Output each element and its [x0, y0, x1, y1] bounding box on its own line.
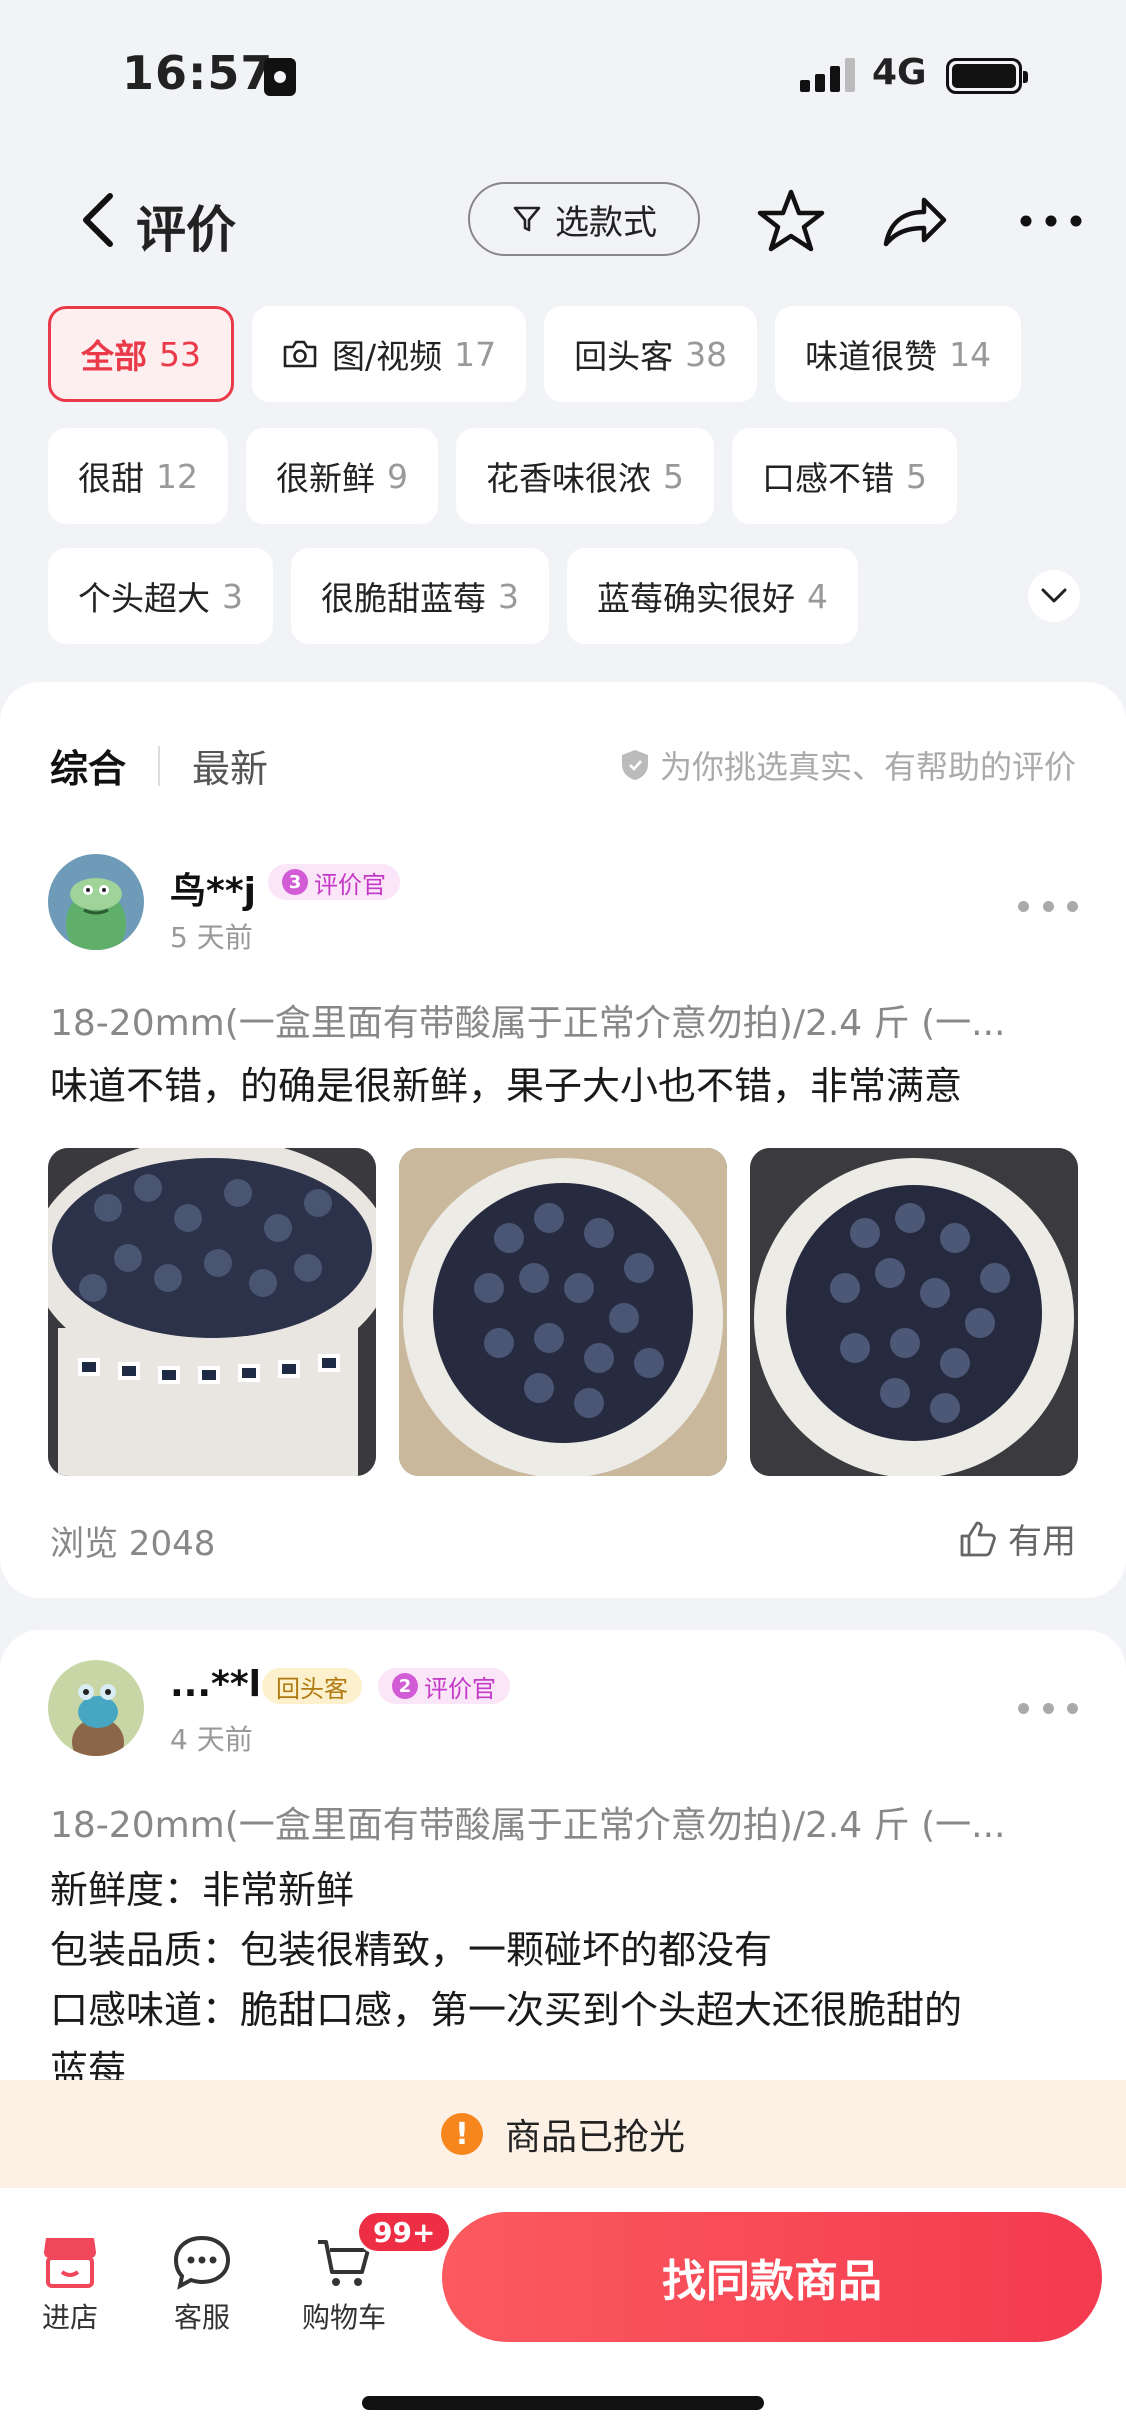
reviewer-name: 鸟**j: [170, 871, 256, 912]
sold-out-banner: ! 商品已抢光: [0, 2080, 1126, 2188]
view-count: 浏览 2048: [50, 1524, 216, 1564]
tag-really-good[interactable]: 蓝莓确实很好 4: [567, 548, 858, 644]
sold-out-text: 商品已抢光: [504, 2117, 685, 2158]
review-photo[interactable]: [750, 1148, 1078, 1476]
review-line: 包装品质：包装很精致，一颗碰坏的都没有: [50, 1928, 773, 1972]
tag-photo-video[interactable]: 图/视频 17: [252, 306, 527, 402]
status-bar: 16:57 4G: [0, 0, 1126, 150]
nav-header: 评价 选款式: [0, 160, 1126, 280]
tag-repeat-customer[interactable]: 回头客 38: [544, 306, 758, 402]
tag-great-taste[interactable]: 味道很赞 14: [775, 306, 1022, 402]
tab-comprehensive[interactable]: 综合: [50, 738, 126, 793]
expand-tags-button[interactable]: [1028, 570, 1080, 622]
page-title: 评价: [136, 201, 236, 259]
review-line: 口感味道：脆甜口感，第一次买到个头超大还很脆甜的: [50, 1988, 963, 2032]
tag-floral-aroma[interactable]: 花香味很浓 5: [456, 428, 714, 524]
orientation-lock-icon: [264, 58, 296, 96]
tag-all[interactable]: 全部 53: [48, 306, 234, 402]
tag-crisp-sweet[interactable]: 很脆甜蓝莓 3: [291, 548, 549, 644]
signal-icon: [800, 58, 856, 92]
warning-icon: !: [440, 2113, 483, 2155]
find-similar-button[interactable]: 找同款商品: [442, 2212, 1102, 2342]
review-photo[interactable]: [399, 1148, 727, 1476]
service-button[interactable]: 客服: [142, 2234, 262, 2336]
more-menu-icon[interactable]: [1016, 186, 1086, 256]
review-time: 4 天前: [170, 1723, 253, 1756]
review-time: 5 天前: [170, 921, 253, 954]
reviewer-level-badge: 2 评价官: [378, 1668, 510, 1704]
review-more-icon[interactable]: [1018, 896, 1078, 916]
review-more-icon[interactable]: [1018, 1698, 1078, 1718]
tag-sweet[interactable]: 很甜 12: [48, 428, 228, 524]
status-time: 16:57: [122, 46, 274, 100]
review-line: 新鲜度：非常新鲜: [50, 1868, 355, 1912]
thumbs-up-icon: [960, 1521, 996, 1556]
tag-good-texture[interactable]: 口感不错 5: [732, 428, 957, 524]
service-label: 客服: [173, 2301, 230, 2334]
store-button[interactable]: 进店: [10, 2234, 130, 2336]
review-card: 综合 最新 为你挑选真实、有帮助的评价 鸟**j 3 评价官 5 天前 18-20…: [0, 682, 1126, 1598]
chevron-down-icon: [1041, 588, 1067, 603]
share-icon[interactable]: [880, 186, 950, 256]
divider: [158, 745, 161, 786]
curation-hint: 为你挑选真实、有帮助的评价: [620, 742, 1076, 788]
star-favorite-icon[interactable]: [756, 186, 826, 256]
filter-label: 选款式: [555, 202, 657, 243]
useful-button[interactable]: 有用: [958, 1514, 1076, 1563]
shield-icon: [621, 750, 648, 780]
tag-large-size[interactable]: 个头超大 3: [48, 548, 273, 644]
tag-fresh[interactable]: 很新鲜 9: [246, 428, 438, 524]
home-indicator: [362, 2396, 764, 2410]
review-text: 味道不错，的确是很新鲜，果子大小也不错，非常满意: [50, 1064, 963, 1108]
avatar[interactable]: [48, 854, 144, 950]
store-label: 进店: [41, 2301, 98, 2334]
tab-latest[interactable]: 最新: [192, 738, 268, 793]
chat-bubble-icon: [173, 2235, 231, 2290]
camera-icon: [283, 340, 317, 368]
review-card: ...**l 回头客 2 评价官 4 天前 18-20mm(一盒里面有带酸属于正常…: [0, 1630, 1126, 2130]
back-icon[interactable]: [70, 190, 130, 250]
network-type: 4G: [872, 52, 927, 93]
store-icon: [44, 2238, 96, 2288]
review-sku: 18-20mm(一盒里面有带酸属于正常介意勿拍)/2.4 斤 (一...: [50, 1805, 1006, 1846]
reviewer-level-badge: 3 评价官: [268, 864, 400, 900]
reviewer-name: ...**l: [170, 1664, 262, 1705]
style-filter-button[interactable]: 选款式: [468, 182, 700, 256]
review-photo[interactable]: [48, 1148, 376, 1476]
review-text: 新鲜度：非常新鲜 包装品质：包装很精致，一颗碰坏的都没有 口感味道：脆甜口感，第…: [50, 1860, 1090, 2100]
avatar[interactable]: [48, 1660, 144, 1756]
repeat-customer-badge: 回头客: [262, 1668, 362, 1704]
sort-tabs: 综合 最新: [50, 738, 268, 793]
funnel-icon: [513, 206, 541, 232]
cart-count-badge: 99+: [356, 2210, 453, 2254]
review-sku: 18-20mm(一盒里面有带酸属于正常介意勿拍)/2.4 斤 (一...: [50, 1003, 1006, 1044]
battery-icon: [946, 58, 1028, 94]
cart-label: 购物车: [301, 2301, 386, 2334]
